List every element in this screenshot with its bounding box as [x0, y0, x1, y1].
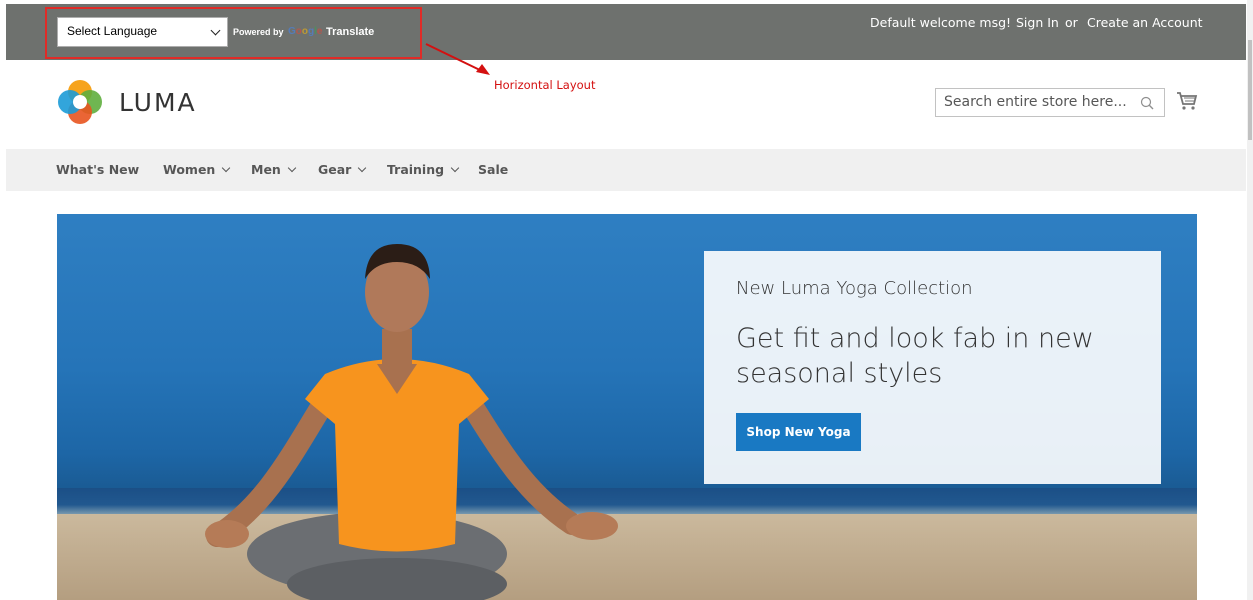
welcome-message: Default welcome msg! — [870, 15, 1012, 30]
cart-icon[interactable] — [1176, 90, 1198, 112]
chevron-down-icon — [210, 25, 221, 36]
nav-item-label: Men — [251, 162, 281, 177]
sign-in-link[interactable]: Sign In — [1016, 15, 1059, 30]
logo-text[interactable]: LUMA — [119, 88, 197, 117]
promo-subtitle: New Luma Yoga Collection — [736, 278, 973, 299]
language-select[interactable]: Select Language — [57, 17, 228, 47]
nav-item-label: Training — [387, 162, 445, 177]
promo-title: Get fit and look fab in new seasonal sty… — [736, 323, 1094, 389]
chevron-down-icon — [287, 163, 297, 173]
search-box[interactable]: Search entire store here... — [935, 88, 1165, 117]
hero-model-image — [205, 244, 618, 600]
nav-item-women[interactable]: Women — [163, 162, 231, 177]
shop-new-yoga-button[interactable]: Shop New Yoga — [736, 413, 861, 451]
promo-card: New Luma Yoga Collection Get fit and loo… — [704, 251, 1161, 484]
annotation-label: Horizontal Layout — [494, 78, 596, 92]
nav-item-whats-new[interactable]: What's New — [56, 162, 139, 177]
chevron-down-icon — [222, 163, 231, 173]
search-icon[interactable] — [1140, 96, 1154, 110]
chevron-down-icon — [358, 163, 367, 173]
nav-item-training[interactable]: Training — [387, 162, 460, 177]
google-logo: Google — [288, 26, 323, 37]
scrollbar-thumb[interactable] — [1248, 40, 1252, 140]
nav-item-label: What's New — [56, 162, 140, 177]
language-select-value: Select Language — [67, 24, 158, 38]
nav-item-men[interactable]: Men — [251, 162, 297, 177]
nav-item-label: Women — [163, 162, 216, 177]
powered-by-label: Powered by — [233, 27, 284, 37]
annotation-arrow — [425, 43, 490, 75]
create-account-link[interactable]: Create an Account — [1087, 15, 1203, 30]
nav-item-gear[interactable]: Gear — [318, 162, 367, 177]
search-input[interactable]: Search entire store here... — [944, 94, 1127, 110]
nav-item-label: Gear — [318, 162, 352, 177]
or-separator: or — [1065, 15, 1078, 30]
nav-item-label: Sale — [478, 162, 509, 177]
luma-logo-icon[interactable] — [56, 78, 104, 126]
nav-item-sale[interactable]: Sale — [478, 162, 508, 177]
translate-link[interactable]: Translate — [326, 26, 374, 38]
chevron-down-icon — [450, 163, 460, 173]
